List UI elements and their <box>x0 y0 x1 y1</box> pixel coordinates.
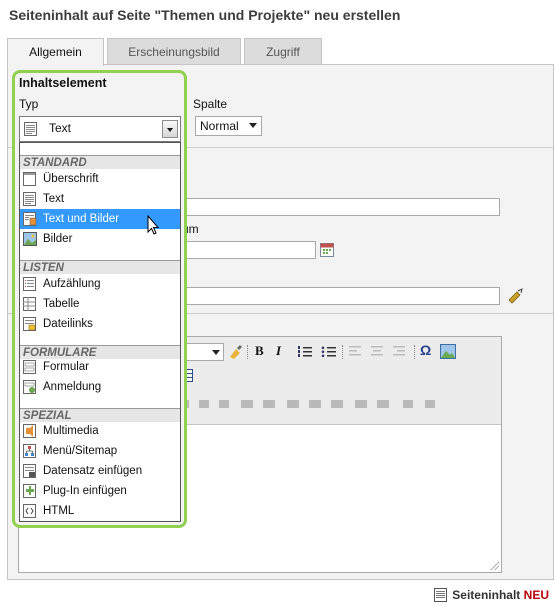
footer-text: Seiteninhalt <box>452 588 521 602</box>
option-label: Aufzählung <box>43 278 101 290</box>
option-label: Menü/Sitemap <box>43 445 118 457</box>
special-char-icon[interactable]: Ω <box>420 342 431 358</box>
link-input[interactable] <box>180 287 500 305</box>
text-icon <box>24 122 37 136</box>
images-icon <box>23 232 37 246</box>
option-menue-sitemap[interactable]: Menü/Sitemap <box>20 441 180 461</box>
type-label: Typ <box>19 97 39 111</box>
clean-format-icon[interactable] <box>227 344 243 360</box>
column-label: Spalte <box>193 97 228 111</box>
option-dateilinks[interactable]: Dateilinks <box>20 314 180 334</box>
align-icons[interactable] <box>349 345 409 359</box>
ordered-list-icon[interactable] <box>297 345 313 359</box>
html-icon <box>23 504 36 518</box>
chevron-down-icon <box>212 350 220 355</box>
type-select-value: Text <box>49 121 72 135</box>
calendar-icon[interactable] <box>320 243 334 257</box>
option-label: Dateilinks <box>43 318 93 330</box>
option-label: Text <box>43 193 65 205</box>
option-html[interactable]: HTML <box>20 501 180 521</box>
heading-icon <box>23 172 36 186</box>
option-label: Datensatz einfügen <box>43 465 143 477</box>
document-icon <box>434 588 448 602</box>
column-select-value: Normal <box>200 119 239 133</box>
toolbar-separator <box>414 345 415 359</box>
page-title: Seiteninhalt auf Seite "Themen und Proje… <box>9 7 401 23</box>
option-label: Tabelle <box>43 298 80 310</box>
bullet-list-icon <box>23 277 36 291</box>
text-icon <box>23 192 36 206</box>
group-standard: STANDARD <box>20 155 180 169</box>
unordered-list-icon[interactable] <box>321 345 337 359</box>
group-listen: LISTEN <box>20 260 180 274</box>
link-wizard-icon[interactable] <box>507 288 525 304</box>
option-text[interactable]: Text <box>20 189 180 209</box>
date-input[interactable] <box>180 241 316 259</box>
tab-zugriff[interactable]: Zugriff <box>244 38 322 65</box>
format-select[interactable] <box>184 343 224 361</box>
option-label: Anmeldung <box>43 381 102 393</box>
table-tools-icons[interactable] <box>179 397 479 411</box>
option-label: Überschrift <box>43 173 99 185</box>
text-image-icon <box>23 212 37 226</box>
toolbar-separator <box>247 345 248 359</box>
plugin-icon <box>23 484 36 498</box>
option-multimedia[interactable]: Multimedia <box>20 421 180 441</box>
option-label: Text und Bilder <box>43 213 120 225</box>
option-tabelle[interactable]: Tabelle <box>20 294 180 314</box>
bold-icon[interactable]: B <box>255 343 264 359</box>
multimedia-icon <box>23 424 36 438</box>
option-label: Formular <box>43 361 90 373</box>
tab-allgemein[interactable]: Allgemein <box>7 38 104 66</box>
login-icon <box>23 380 36 394</box>
new-badge: NEU <box>523 588 549 602</box>
option-label: HTML <box>43 505 75 517</box>
option-label: Bilder <box>43 233 73 245</box>
option-ueberschrift[interactable]: Überschrift <box>20 169 180 189</box>
type-select[interactable]: Text <box>19 116 181 142</box>
column-select[interactable]: Normal <box>195 116 262 136</box>
mouse-pointer-icon <box>147 215 160 235</box>
table-icon <box>23 297 36 311</box>
option-formular[interactable]: Formular <box>20 357 180 377</box>
type-dropdown-list: STANDARD Überschrift Text Text und Bilde… <box>19 142 181 522</box>
option-datensatz-einfuegen[interactable]: Datensatz einfügen <box>20 461 180 481</box>
option-label: Plug-In einfügen <box>43 485 127 497</box>
resize-handle[interactable] <box>489 560 499 570</box>
insert-image-icon[interactable] <box>440 344 456 359</box>
chevron-down-icon <box>249 123 257 128</box>
italic-icon[interactable]: I <box>276 343 281 359</box>
footer-label: Seiteninhalt NEU <box>434 588 549 602</box>
group-spezial: SPEZIAL <box>20 408 180 422</box>
form-icon <box>23 360 36 374</box>
toolbar-separator <box>342 345 343 359</box>
tab-erscheinungsbild[interactable]: Erscheinungsbild <box>107 38 241 65</box>
sitemap-icon <box>23 444 36 458</box>
option-plugin-einfuegen[interactable]: Plug-In einfügen <box>20 481 180 501</box>
option-aufzaehlung[interactable]: Aufzählung <box>20 274 180 294</box>
insert-record-icon <box>23 464 36 478</box>
header-input[interactable] <box>180 198 500 216</box>
option-label: Multimedia <box>43 425 99 437</box>
option-anmeldung[interactable]: Anmeldung <box>20 377 180 397</box>
section-label: Inhaltselement <box>19 76 107 90</box>
dropdown-button[interactable] <box>162 120 178 138</box>
file-links-icon <box>23 317 36 331</box>
